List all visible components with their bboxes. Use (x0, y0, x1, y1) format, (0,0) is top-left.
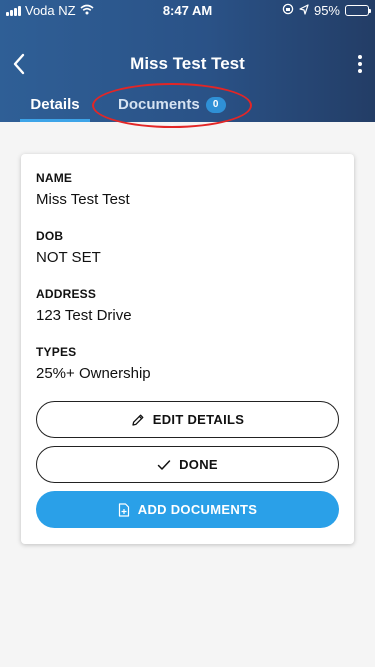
document-add-icon (118, 502, 129, 517)
more-options-button[interactable] (353, 50, 367, 78)
check-icon (157, 459, 171, 470)
field-value: 25%+ Ownership (36, 365, 151, 382)
field-value: 123 Test Drive (36, 307, 132, 324)
battery-percent: 95% (313, 3, 340, 18)
field-label: ADDRESS (36, 287, 97, 301)
details-card: NAME Miss Test Test DOB NOT SET ADDRESS … (21, 154, 354, 544)
field-name: NAME Miss Test Test (36, 171, 130, 208)
field-value: Miss Test Test (36, 191, 130, 208)
status-bar-right: 95% (282, 3, 371, 18)
pencil-icon (132, 414, 144, 426)
field-dob: DOB NOT SET (36, 229, 101, 266)
field-address: ADDRESS 123 Test Drive (36, 287, 132, 324)
page-title: Miss Test Test (130, 54, 245, 73)
location-icon (299, 3, 309, 18)
lock-rotation-icon (282, 3, 294, 18)
more-vertical-icon (358, 55, 362, 73)
done-button[interactable]: DONE (36, 446, 339, 483)
red-annotation-circle (92, 83, 252, 128)
field-types: TYPES 25%+ Ownership (36, 345, 151, 382)
tab-details-label: Details (30, 96, 80, 113)
field-label: DOB (36, 229, 64, 243)
edit-details-button[interactable]: EDIT DETAILS (36, 401, 339, 438)
add-documents-button[interactable]: ADD DOCUMENTS (36, 491, 339, 528)
edit-details-label: EDIT DETAILS (152, 412, 245, 427)
done-label: DONE (179, 457, 218, 472)
tab-details[interactable]: Details (20, 96, 90, 122)
field-label: TYPES (36, 345, 77, 359)
battery-icon (345, 5, 371, 16)
add-documents-label: ADD DOCUMENTS (137, 502, 258, 517)
field-value: NOT SET (36, 249, 101, 266)
status-bar: Voda NZ 8:47 AM 95% (0, 0, 375, 22)
tab-active-indicator (20, 119, 90, 122)
field-label: NAME (36, 171, 73, 185)
